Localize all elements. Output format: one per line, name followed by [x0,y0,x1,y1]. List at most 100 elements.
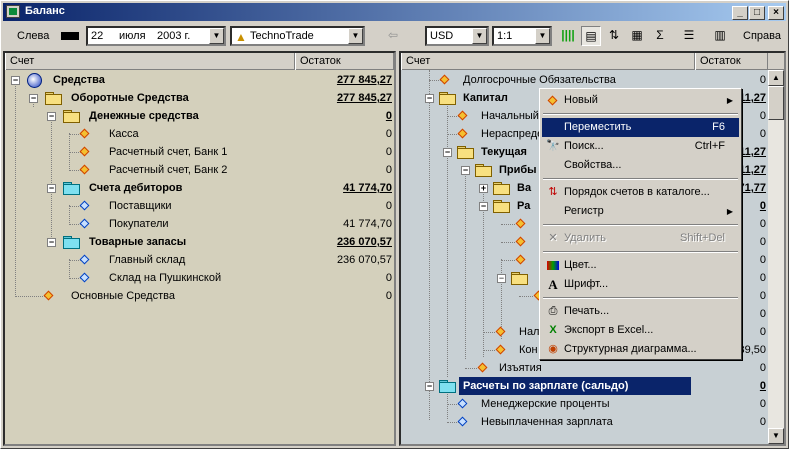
color-palette-icon [546,259,560,272]
tree-row[interactable]: Долгосрочные Обязательства 0 [401,71,768,89]
delete-icon: ✕ [548,232,558,244]
tree-row-selected[interactable]: − Расчеты по зарплате (сальдо) 0 [401,377,768,395]
col-account-header[interactable]: Счет [5,53,295,70]
menu-item-print[interactable]: ⎙ Печать... [542,302,739,321]
menu-item-font[interactable]: A Шрифт... [542,275,739,294]
maximize-button[interactable]: □ [749,6,765,20]
tree-row[interactable]: Склад на Пушкинской 0 [5,269,394,287]
tree-row[interactable]: − Денежные средства 0 [5,107,394,125]
tree-row[interactable]: Покупатели 41 774,70 [5,215,394,233]
collapse-icon[interactable]: − [497,274,506,283]
right-label: Справа [743,30,781,42]
col-account-header[interactable]: Счет [401,53,695,70]
folder-icon [63,236,80,249]
minimize-button[interactable]: _ [732,6,748,20]
account-icon [457,110,468,121]
tree-row[interactable]: − Средства 277 845,27 [5,71,394,89]
folder-icon [493,200,510,213]
collapse-icon[interactable]: − [47,238,56,247]
row-amount: 236 070,57 [336,254,392,266]
row-label: Нераспреде [481,128,544,140]
tree-row[interactable]: − Товарные запасы 236 070,57 [5,233,394,251]
tree-row[interactable]: Основные Средства 0 [5,287,394,305]
menu-item-structure-diagram[interactable]: ◉ Структурная диаграмма... [542,340,739,359]
tree-row[interactable]: − Оборотные Средства 277 845,27 [5,89,394,107]
row-label: Расчетный счет, Банк 2 [109,164,228,176]
collapse-icon[interactable]: − [461,166,470,175]
columns-icon[interactable]: |||| [558,26,578,46]
tree-row[interactable]: Менеджерские проценты 0 [401,395,768,413]
col-balance-header[interactable]: Остаток [695,53,768,70]
folder-icon [63,110,80,123]
row-label: Капитал [463,92,508,104]
tree-row[interactable]: Главный склад 236 070,57 [5,251,394,269]
collapse-icon[interactable]: − [425,382,434,391]
row-amount: 277 845,27 [336,92,392,104]
row-amount: 277 845,27 [336,74,392,86]
menu-item-properties[interactable]: Свойства... [542,156,739,175]
tree-row[interactable]: Расчетный счет, Банк 2 0 [5,161,394,179]
scroll-down-icon[interactable]: ▼ [768,428,784,444]
folder-icon [63,182,80,195]
diagram-icon: ◉ [548,343,558,355]
chevron-down-icon[interactable]: ▼ [535,28,550,44]
expand-icon[interactable]: + [479,184,488,193]
scroll-up-icon[interactable]: ▲ [768,70,784,86]
collapse-icon[interactable]: − [479,202,488,211]
row-label: Товарные запасы [89,236,187,248]
account-icon [515,218,526,229]
split-view-icon[interactable]: ▥ [710,26,730,46]
menu-item-search[interactable]: 🔭 Поиск... Ctrl+F [542,137,739,156]
collapse-icon[interactable]: − [29,94,38,103]
tree-row[interactable]: Расчетный счет, Банк 1 0 [5,143,394,161]
row-amount: 0 [759,74,766,86]
collapse-icon[interactable]: − [47,184,56,193]
close-button[interactable]: × [768,6,784,20]
collapse-icon[interactable]: − [47,112,56,121]
menu-item-export-excel[interactable]: X Экспорт в Excel... [542,321,739,340]
checklist-icon[interactable]: ☰ [679,26,699,46]
submenu-arrow-icon: ▶ [726,207,733,216]
sort-az-icon[interactable]: ⇅ [604,26,624,46]
menu-item-new[interactable]: Новый ▶ [542,91,739,110]
row-amount: 41 774,70 [343,182,392,194]
menu-item-account-order[interactable]: ⇅ Порядок счетов в каталоге... [542,183,739,202]
collapse-icon[interactable]: − [443,148,452,157]
chevron-down-icon[interactable]: ▼ [348,28,363,44]
scale-select[interactable]: 1:1 ▼ [492,26,552,46]
row-amount: 0 [759,380,766,392]
scroll-thumb[interactable] [768,86,784,120]
left-color-swatch[interactable] [61,32,79,40]
date-picker[interactable]: 22 июля 2003 г. ▼ [86,26,226,46]
row-amount: 0 [385,272,392,284]
left-label: Слева [17,30,50,42]
row-amount: 0 [385,128,392,140]
tree-row[interactable]: Изъятия 0 [401,359,768,377]
chevron-down-icon[interactable]: ▼ [472,28,487,44]
collapse-icon[interactable]: − [11,76,20,85]
row-amount: 0 [385,290,392,302]
menu-item-delete[interactable]: ✕ Удалить Shift+Del [542,229,739,248]
left-account-tree[interactable]: Счет Остаток − Средства 277 845,27 − Обо… [3,51,396,446]
sum-icon[interactable]: Σ [650,26,670,46]
font-icon: A [548,277,558,292]
chevron-down-icon[interactable]: ▼ [209,28,224,44]
tree-row[interactable]: Поставщики 0 [5,197,394,215]
menu-item-register[interactable]: Регистр ▶ [542,202,739,221]
grid-icon[interactable]: ▦ [627,26,647,46]
row-label: Касса [109,128,139,140]
back-arrow-icon[interactable]: ⇦ [383,26,403,46]
menu-item-move[interactable]: Переместить F6 [542,118,739,137]
collapse-icon[interactable]: − [425,94,434,103]
currency-select[interactable]: USD ▼ [425,26,489,46]
tree-row[interactable]: Невыплаченная зарплата 0 [401,413,768,431]
company-select[interactable]: ▲ TechnoTrade ▼ [230,26,365,46]
tree-row[interactable]: − Счета дебиторов 41 774,70 [5,179,394,197]
globe-icon [27,73,42,88]
col-balance-header[interactable]: Остаток [295,53,394,70]
tree-row[interactable]: Касса 0 [5,125,394,143]
menu-item-color[interactable]: Цвет... [542,256,739,275]
menu-separator [543,178,738,180]
vertical-scrollbar[interactable]: ▲ ▼ [768,70,784,444]
align-icon[interactable]: ▤ [581,26,601,46]
